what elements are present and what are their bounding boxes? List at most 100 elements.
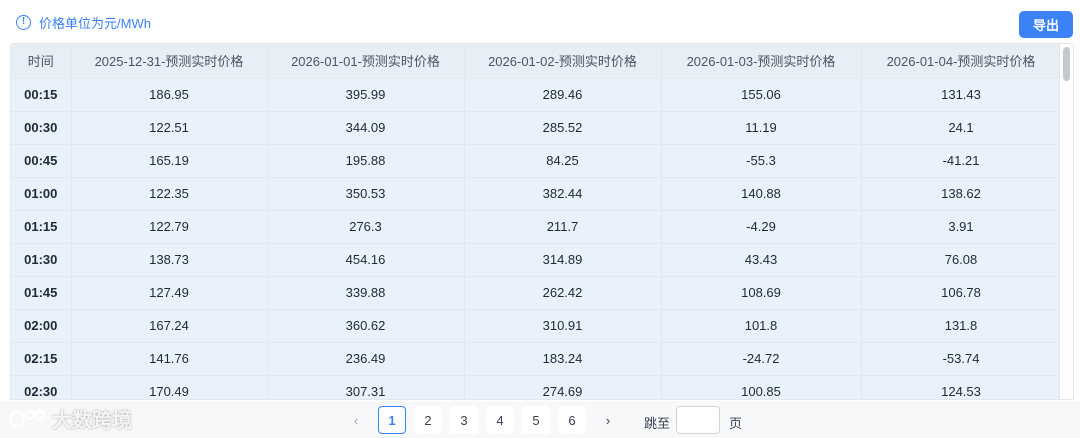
price-cell: 155.06: [661, 78, 862, 112]
price-table: 时间 2025-12-31-预测实时价格 2026-01-01-预测实时价格 2…: [11, 44, 1062, 399]
price-cell: 101.8: [661, 309, 862, 343]
column-header[interactable]: 2026-01-03-预测实时价格: [661, 44, 862, 79]
price-cell: 138.73: [71, 243, 268, 277]
column-header[interactable]: 2025-12-31-预测实时价格: [71, 44, 268, 79]
page-suffix-label: 页: [729, 416, 743, 431]
price-cell: 285.52: [464, 111, 662, 145]
price-cell: 289.46: [464, 78, 662, 112]
price-cell: 122.35: [71, 177, 268, 211]
price-cell: 274.69: [464, 375, 662, 399]
table-row[interactable]: 01:45 127.49 339.88 262.42 108.69 106.78: [11, 276, 1062, 310]
price-cell: 84.25: [464, 144, 662, 178]
price-cell: 382.44: [464, 177, 662, 211]
price-cell: 24.1: [861, 111, 1062, 145]
table-row[interactable]: 00:30 122.51 344.09 285.52 11.19 24.1: [11, 111, 1062, 145]
table-row[interactable]: 02:15 141.76 236.49 183.24 -24.72 -53.74: [11, 342, 1062, 376]
scrollbar-thumb[interactable]: [1063, 47, 1070, 81]
price-cell: 310.91: [464, 309, 662, 343]
price-cell: 122.51: [71, 111, 268, 145]
price-cell: 138.62: [861, 177, 1062, 211]
price-cell: 339.88: [267, 276, 465, 310]
table-row[interactable]: 00:15 186.95 395.99 289.46 155.06 131.43: [11, 78, 1062, 112]
price-cell: 236.49: [267, 342, 465, 376]
price-cell: -53.74: [861, 342, 1062, 376]
table-body: 00:15 186.95 395.99 289.46 155.06 131.43 00:30…: [11, 78, 1062, 399]
price-cell: 127.49: [71, 276, 268, 310]
next-page-button[interactable]: ›: [594, 406, 622, 434]
table-row[interactable]: 01:30 138.73 454.16 314.89 43.43 76.08: [11, 243, 1062, 277]
price-cell: -4.29: [661, 210, 862, 244]
price-cell: 262.42: [464, 276, 662, 310]
price-cell: 350.53: [267, 177, 465, 211]
price-cell: 108.69: [661, 276, 862, 310]
prev-page-button[interactable]: ‹: [342, 406, 370, 434]
price-cell: 395.99: [267, 78, 465, 112]
price-cell: -24.72: [661, 342, 862, 376]
price-cell: 211.7: [464, 210, 662, 244]
price-cell: 43.43: [661, 243, 862, 277]
table-header-row: 时间 2025-12-31-预测实时价格 2026-01-01-预测实时价格 2…: [11, 44, 1062, 79]
price-table-container: 时间 2025-12-31-预测实时价格 2026-01-01-预测实时价格 2…: [10, 43, 1074, 400]
price-unit-notice: ! 价格单位为元/MWh: [16, 12, 151, 32]
table-row[interactable]: 02:30 170.49 307.31 274.69 100.85 124.53: [11, 375, 1062, 399]
price-cell: 3.91: [861, 210, 1062, 244]
page-button-3[interactable]: 3: [450, 406, 478, 434]
price-cell: 170.49: [71, 375, 268, 399]
price-cell: 140.88: [661, 177, 862, 211]
time-cell: 02:00: [11, 309, 72, 343]
time-cell: 00:15: [11, 78, 72, 112]
price-cell: 131.43: [861, 78, 1062, 112]
price-cell: 122.79: [71, 210, 268, 244]
column-header[interactable]: 2026-01-01-预测实时价格: [267, 44, 465, 79]
price-cell: 276.3: [267, 210, 465, 244]
page-button-2[interactable]: 2: [414, 406, 442, 434]
export-button[interactable]: 导出: [1019, 11, 1073, 38]
table-row[interactable]: 01:00 122.35 350.53 382.44 140.88 138.62: [11, 177, 1062, 211]
price-cell: 11.19: [661, 111, 862, 145]
price-cell: 360.62: [267, 309, 465, 343]
table-row[interactable]: 02:00 167.24 360.62 310.91 101.8 131.8: [11, 309, 1062, 343]
time-cell: 01:45: [11, 276, 72, 310]
page-button-4[interactable]: 4: [486, 406, 514, 434]
jump-to-label: 跳至: [644, 416, 671, 431]
watermark: 大数跨境: [8, 403, 132, 433]
time-cell: 01:00: [11, 177, 72, 211]
price-cell: 165.19: [71, 144, 268, 178]
time-cell: 02:15: [11, 342, 72, 376]
price-cell: 454.16: [267, 243, 465, 277]
price-cell: 124.53: [861, 375, 1062, 399]
price-cell: 167.24: [71, 309, 268, 343]
toolbar: ! 价格单位为元/MWh 导出: [0, 0, 1080, 42]
price-cell: 186.95: [71, 78, 268, 112]
price-unit-text: 价格单位为元/MWh: [39, 15, 151, 31]
page-button-6[interactable]: 6: [558, 406, 586, 434]
price-cell: -41.21: [861, 144, 1062, 178]
page-button-1[interactable]: 1: [378, 406, 406, 434]
vertical-scrollbar[interactable]: [1059, 44, 1073, 399]
time-cell: 02:30: [11, 375, 72, 399]
column-header[interactable]: 2026-01-02-预测实时价格: [464, 44, 662, 79]
table-row[interactable]: 01:15 122.79 276.3 211.7 -4.29 3.91: [11, 210, 1062, 244]
table-row[interactable]: 00:45 165.19 195.88 84.25 -55.3 -41.21: [11, 144, 1062, 178]
time-cell: 01:30: [11, 243, 72, 277]
watermark-logo-icon: [8, 409, 46, 428]
price-cell: -55.3: [661, 144, 862, 178]
price-cell: 131.8: [861, 309, 1062, 343]
price-cell: 314.89: [464, 243, 662, 277]
price-cell: 344.09: [267, 111, 465, 145]
pagination: ‹ 1 2 3 4 5 6 › 跳至 页: [0, 401, 1080, 438]
jump-page-input[interactable]: [676, 406, 720, 434]
price-cell: 141.76: [71, 342, 268, 376]
time-cell: 00:30: [11, 111, 72, 145]
time-cell: 00:45: [11, 144, 72, 178]
time-cell: 01:15: [11, 210, 72, 244]
price-cell: 183.24: [464, 342, 662, 376]
page-button-5[interactable]: 5: [522, 406, 550, 434]
column-header-time[interactable]: 时间: [11, 44, 72, 79]
price-cell: 100.85: [661, 375, 862, 399]
column-header[interactable]: 2026-01-04-预测实时价格: [861, 44, 1062, 79]
price-cell: 76.08: [861, 243, 1062, 277]
page-container: ! 价格单位为元/MWh 导出 时间 2025-12-31-预测实时价格 202…: [0, 0, 1080, 438]
watermark-text: 大数跨境: [52, 409, 132, 432]
info-icon: !: [16, 14, 31, 30]
